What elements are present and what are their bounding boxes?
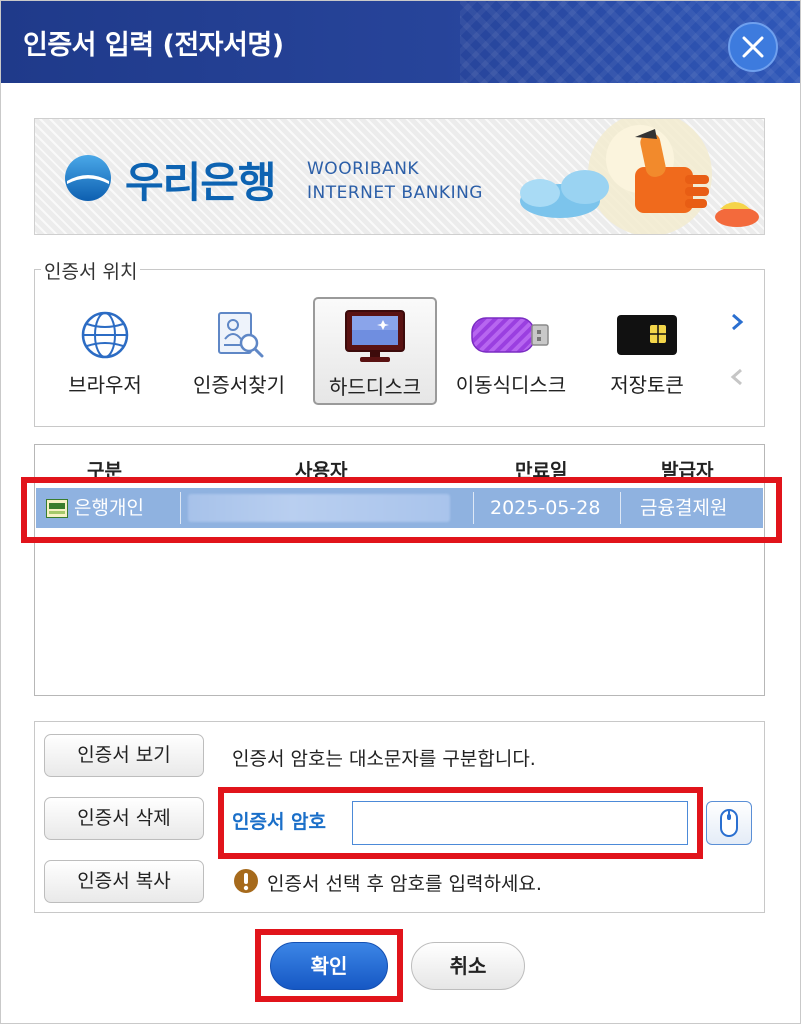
virtual-keyboard-button[interactable]	[706, 801, 752, 845]
highlight-cert-row	[21, 477, 782, 543]
security-token-icon	[617, 315, 677, 355]
mouse-icon	[720, 809, 738, 837]
scroll-left-arrow[interactable]	[729, 367, 745, 389]
chevron-left-icon	[730, 368, 742, 386]
bank-banner: 우리은행 WOORIBANK INTERNET BANKING	[34, 118, 765, 235]
location-removable-disk-label: 이동식디스크	[455, 373, 567, 397]
dialog-title: 인증서 입력 (전자서명)	[23, 30, 284, 61]
brand-english: WOORIBANK INTERNET BANKING	[307, 157, 483, 205]
close-button[interactable]	[728, 22, 778, 72]
certificate-dialog: 인증서 입력 (전자서명) 우리은행 WOORIBANK INTERNET BA…	[0, 0, 801, 1024]
chevron-right-icon	[732, 313, 744, 331]
usb-drive-icon	[471, 317, 549, 353]
woori-logo-icon	[65, 155, 111, 201]
delete-certificate-button[interactable]: 인증서 삭제	[44, 797, 204, 840]
password-hint: 인증서 선택 후 암호를 입력하세요.	[267, 873, 542, 895]
location-browser-label: 브라우저	[68, 373, 142, 397]
highlight-password	[218, 787, 703, 859]
certificate-search-icon	[218, 312, 264, 358]
close-icon	[742, 36, 764, 58]
cancel-button[interactable]: 취소	[411, 942, 525, 990]
view-certificate-button[interactable]: 인증서 보기	[44, 734, 204, 777]
location-browser[interactable]: 브라우저	[43, 297, 167, 405]
location-hard-disk-label: 하드디스크	[329, 375, 421, 399]
globe-icon	[81, 311, 129, 359]
certificate-location-legend: 인증서 위치	[41, 257, 141, 284]
location-hard-disk[interactable]: 하드디스크	[313, 297, 437, 405]
scroll-right-arrow[interactable]	[729, 312, 745, 334]
location-security-token[interactable]: 저장토큰	[585, 297, 709, 405]
location-cert-search[interactable]: 인증서찾기	[177, 297, 301, 405]
brand-name: 우리은행	[125, 158, 277, 207]
warning-icon	[234, 869, 258, 893]
location-removable-disk[interactable]: 이동식디스크	[449, 297, 573, 405]
copy-certificate-button[interactable]: 인증서 복사	[44, 860, 204, 903]
title-bar: 인증서 입력 (전자서명)	[1, 1, 800, 83]
highlight-confirm	[255, 929, 403, 1002]
monitor-icon	[345, 310, 405, 362]
brand-en-line1: WOORIBANK	[307, 159, 420, 179]
banner-illustration-icon	[520, 119, 759, 234]
case-sensitivity-notice: 인증서 암호는 대소문자를 구분합니다.	[232, 748, 536, 770]
brand-en-line2: INTERNET BANKING	[307, 183, 483, 203]
location-cert-search-label: 인증서찾기	[193, 373, 285, 397]
location-security-token-label: 저장토큰	[610, 373, 684, 397]
